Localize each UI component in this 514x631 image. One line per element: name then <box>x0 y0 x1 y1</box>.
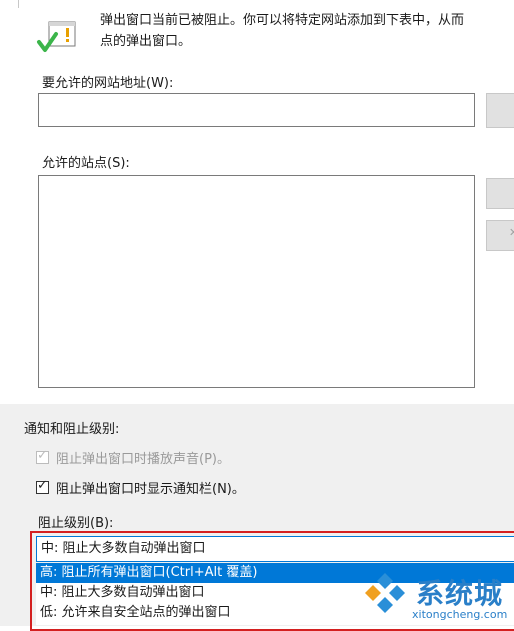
remove-button[interactable] <box>486 178 514 209</box>
play-sound-checkbox[interactable]: ✓ <box>36 448 49 464</box>
button-glyph-fragment: ✕ <box>509 226 514 239</box>
group-border-fragment <box>18 0 19 8</box>
show-notification-bar-checkbox-row: ✓ 阻止弹出窗口时显示通知栏(N)。 <box>36 478 245 497</box>
site-watermark: 系统城 xitongcheng.com <box>360 570 514 626</box>
description-line-2: 点的弹出窗口。 <box>100 34 192 49</box>
watermark-title: 系统城 <box>416 577 504 610</box>
url-label: 要允许的网站地址(W): <box>42 76 174 91</box>
allowed-sites-list[interactable] <box>38 175 475 388</box>
block-level-dropdown[interactable]: 中: 阻止大多数自动弹出窗口 <box>36 536 514 562</box>
watermark-url: xitongcheng.com <box>412 608 508 621</box>
allowed-sites-label: 允许的站点(S): <box>42 156 130 171</box>
notification-level-section-label: 通知和阻止级别: <box>24 422 120 437</box>
play-sound-checkbox-row: ✓ 阻止弹出窗口时播放声音(P)。 <box>36 448 230 467</box>
description-line-1: 弹出窗口当前已被阻止。你可以将特定网站添加到下表中，从而 <box>100 13 465 28</box>
play-sound-label: 阻止弹出窗口时播放声音(P)。 <box>56 452 230 467</box>
show-notification-bar-label: 阻止弹出窗口时显示通知栏(N)。 <box>56 482 245 497</box>
add-button[interactable] <box>486 93 514 128</box>
watermark-logo-icon <box>365 573 405 613</box>
checkmark-icon: ✓ <box>37 448 48 463</box>
popup-warning-icon <box>37 21 76 52</box>
block-level-label: 阻止级别(B): <box>38 516 114 531</box>
checkmark-icon: ✓ <box>37 478 48 493</box>
website-address-input[interactable] <box>38 93 475 127</box>
remove-all-button[interactable]: ✕ <box>486 220 514 251</box>
popup-blocked-description: 弹出窗口当前已被阻止。你可以将特定网站添加到下表中，从而 点的弹出窗口。 <box>100 10 514 52</box>
show-notification-bar-checkbox[interactable]: ✓ <box>36 478 49 494</box>
